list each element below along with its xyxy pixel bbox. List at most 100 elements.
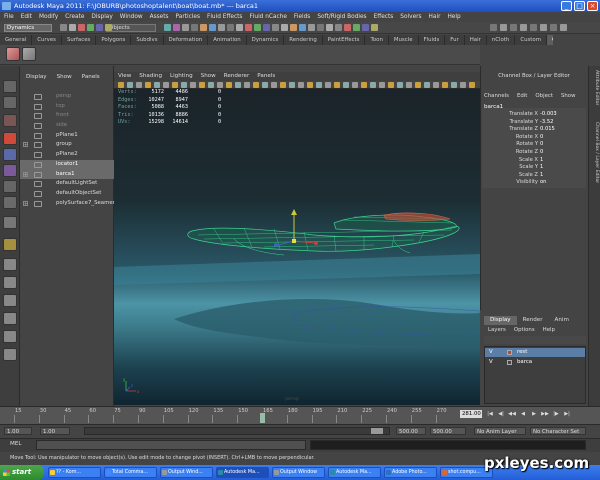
status-line-tool-icon[interactable] bbox=[299, 24, 306, 31]
status-line-tool-icon[interactable] bbox=[200, 24, 207, 31]
taskbar-task[interactable]: Autodesk Ma... bbox=[216, 467, 269, 478]
menu-soft-rigid-bodies[interactable]: Soft/Rigid Bodies bbox=[317, 14, 366, 20]
menu-solvers[interactable]: Solvers bbox=[400, 14, 421, 20]
panel-toggle-icon[interactable] bbox=[500, 24, 507, 31]
outliner-item[interactable]: persp bbox=[20, 92, 114, 102]
channel-box-menu-channels[interactable]: Channels bbox=[484, 92, 509, 100]
viewport-toolbar-icon[interactable] bbox=[118, 82, 124, 88]
status-line-tool-icon[interactable] bbox=[344, 24, 351, 31]
menu-fluid-ncache[interactable]: Fluid nCache bbox=[249, 14, 286, 20]
viewport-menu-shading[interactable]: Shading bbox=[139, 72, 162, 81]
outliner-menu-panels[interactable]: Panels bbox=[82, 72, 100, 82]
shelf-tool-icon[interactable] bbox=[6, 47, 20, 61]
channel-box-menu-show[interactable]: Show bbox=[561, 92, 576, 100]
shelf-tab-curves[interactable]: Curves bbox=[32, 35, 62, 45]
command-input[interactable] bbox=[36, 440, 306, 450]
viewport-toolbar-icon[interactable] bbox=[406, 82, 412, 88]
layer-menu-help[interactable]: Help bbox=[543, 326, 555, 334]
shelf-tab-dynamics[interactable]: Dynamics bbox=[247, 35, 285, 45]
shelf-tab-surfaces[interactable]: Surfaces bbox=[62, 35, 97, 45]
expand-toggle-icon[interactable]: + bbox=[23, 142, 28, 148]
outliner-item[interactable]: locator1 bbox=[20, 159, 114, 170]
viewport-toolbar-icon[interactable] bbox=[316, 82, 322, 88]
shelf-tab-gozbrush[interactable]: GoZBrush bbox=[546, 35, 553, 45]
viewport-toolbar-icon[interactable] bbox=[379, 82, 385, 88]
viewport-toolbar-icon[interactable] bbox=[397, 82, 403, 88]
perspective-viewport[interactable]: y x z bbox=[114, 89, 480, 405]
panel-toggle-icon[interactable] bbox=[560, 24, 567, 31]
viewport-toolbar-icon[interactable] bbox=[289, 82, 295, 88]
status-line-tool-icon[interactable] bbox=[78, 24, 85, 31]
panel-toggle-icon[interactable] bbox=[490, 24, 497, 31]
layer-tab-render[interactable]: Render bbox=[517, 316, 549, 325]
status-line-tool-icon[interactable] bbox=[254, 24, 261, 31]
status-line-tool-icon[interactable] bbox=[60, 24, 67, 31]
menu-hair[interactable]: Hair bbox=[429, 14, 441, 20]
viewport-toolbar-icon[interactable] bbox=[424, 82, 430, 88]
viewport-toolbar-icon[interactable] bbox=[343, 82, 349, 88]
status-line-tool-icon[interactable] bbox=[326, 24, 333, 31]
panel-toggle-icon[interactable] bbox=[510, 24, 517, 31]
panel-toggle-icon[interactable] bbox=[550, 24, 557, 31]
viewport-toolbar-icon[interactable] bbox=[298, 82, 304, 88]
menu-set-select[interactable]: Dynamics bbox=[4, 24, 52, 32]
layer-visibility-toggle[interactable]: V bbox=[489, 348, 493, 357]
viewport-toolbar-icon[interactable] bbox=[271, 82, 277, 88]
viewport-menu-panels[interactable]: Panels bbox=[257, 72, 275, 81]
status-line-tool-icon[interactable] bbox=[362, 24, 369, 31]
viewport-toolbar-icon[interactable] bbox=[334, 82, 340, 88]
outliner-menu-display[interactable]: Display bbox=[26, 72, 47, 82]
status-line-tool-icon[interactable] bbox=[281, 24, 288, 31]
layer-visibility-toggle[interactable]: V bbox=[489, 358, 493, 367]
taskbar-task[interactable]: Adobe Photo... bbox=[384, 467, 437, 478]
viewport-toolbar-icon[interactable] bbox=[226, 82, 232, 88]
viewport-toolbar-icon[interactable] bbox=[442, 82, 448, 88]
viewport-toolbar-icon[interactable] bbox=[325, 82, 331, 88]
character-set-select[interactable]: No Character Set bbox=[530, 427, 586, 435]
channel-box-menu-edit[interactable]: Edit bbox=[517, 92, 527, 100]
menu-help[interactable]: Help bbox=[447, 14, 460, 20]
viewport-toolbar-icon[interactable] bbox=[127, 82, 133, 88]
range-slider-bar[interactable] bbox=[84, 427, 390, 435]
viewport-toolbar-icon[interactable] bbox=[361, 82, 367, 88]
channel-attribute-value[interactable]: on bbox=[540, 178, 546, 186]
viewport-toolbar-icon[interactable] bbox=[154, 82, 160, 88]
minimize-button[interactable]: _ bbox=[561, 1, 572, 11]
status-line-tool-icon[interactable] bbox=[272, 24, 279, 31]
status-line-tool-icon[interactable] bbox=[87, 24, 94, 31]
menu-window[interactable]: Window bbox=[120, 14, 143, 20]
menu-assets[interactable]: Assets bbox=[150, 14, 169, 20]
attribute-editor-tab[interactable]: Attribute Editor bbox=[589, 70, 599, 105]
panel-toggle-icon[interactable] bbox=[530, 24, 537, 31]
outliner-item[interactable]: side bbox=[20, 121, 114, 131]
viewport-toolbar-icon[interactable] bbox=[433, 82, 439, 88]
channel-box-menu-object[interactable]: Object bbox=[535, 92, 553, 100]
playback-button[interactable]: ▶ bbox=[530, 410, 538, 418]
viewport-toolbar-icon[interactable] bbox=[253, 82, 259, 88]
current-frame-field[interactable]: 281.00 bbox=[460, 410, 482, 418]
viewport-menu-view[interactable]: View bbox=[118, 72, 131, 81]
menu-display[interactable]: Display bbox=[91, 14, 112, 20]
layout-single-icon[interactable] bbox=[3, 258, 17, 271]
shelf-tab-subdivs[interactable]: Subdivs bbox=[131, 35, 164, 45]
status-line-tool-icon[interactable] bbox=[227, 24, 234, 31]
shelf-tab-toon[interactable]: Toon bbox=[365, 35, 389, 45]
menu-fluid-effects[interactable]: Fluid Effects bbox=[207, 14, 242, 20]
menu-create[interactable]: Create bbox=[65, 14, 84, 20]
status-line-tool-icon[interactable] bbox=[263, 24, 270, 31]
taskbar-task[interactable]: Output Window bbox=[272, 467, 325, 478]
outliner-menu-show[interactable]: Show bbox=[57, 72, 72, 82]
taskbar-task[interactable]: ?? - Kom... bbox=[48, 467, 101, 478]
shelf-tab-ncloth[interactable]: nCloth bbox=[487, 35, 516, 45]
playback-button[interactable]: |▶ bbox=[552, 410, 560, 418]
anim-layer-select[interactable]: No Anim Layer bbox=[474, 427, 526, 435]
shelf-tool-icon[interactable] bbox=[22, 47, 36, 61]
viewport-toolbar-icon[interactable] bbox=[190, 82, 196, 88]
viewport-toolbar-icon[interactable] bbox=[262, 82, 268, 88]
viewport-toolbar-icon[interactable] bbox=[235, 82, 241, 88]
viewport-toolbar-icon[interactable] bbox=[163, 82, 169, 88]
show-manipulator-icon[interactable] bbox=[3, 216, 17, 229]
outliner-item[interactable]: + polySurface7_Seamer bbox=[20, 199, 115, 209]
shelf-tab-polygons[interactable]: Polygons bbox=[96, 35, 132, 45]
status-line-tool-icon[interactable] bbox=[308, 24, 315, 31]
